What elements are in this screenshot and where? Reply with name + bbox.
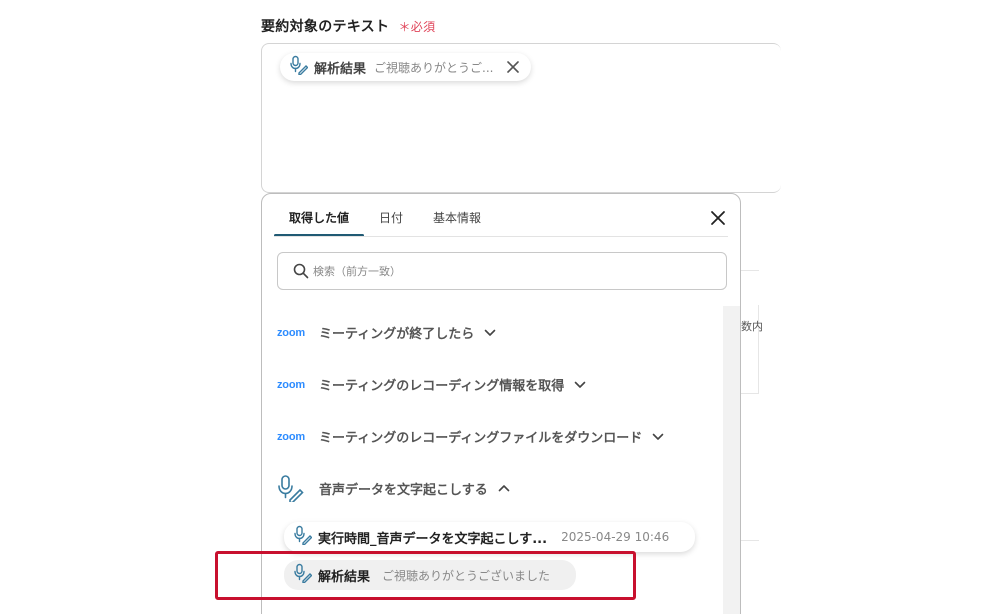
search-icon [293,263,309,279]
close-icon [711,211,725,225]
tab-divider [274,236,728,237]
tab-date[interactable]: 日付 [364,194,418,237]
group-meeting-ended[interactable]: zoom ミーティングが終了したら [277,323,496,342]
item-name: 実行時間_音声データを文字起こしす... [318,531,548,547]
tab-acquired-values[interactable]: 取得した値 [274,194,365,237]
background-divider [741,270,759,271]
field-label: 要約対象のテキスト ＊必須 [261,16,435,36]
close-popup-button[interactable] [709,209,727,227]
background-divider [741,540,759,541]
group-label: ミーティングが終了したら [319,327,475,342]
group-label: ミーティングのレコーディング情報を取得 [319,379,565,394]
zoom-logo: zoom [277,378,305,391]
microphone-pen-icon [290,55,309,79]
chip-value: ご視聴ありがとうご... [374,60,494,75]
group-label: ミーティングのレコーディングファイルをダウンロード [319,431,643,446]
background-field-text: 数内 [741,320,763,333]
tab-basic-info[interactable]: 基本情報 [418,194,496,237]
item-value: 2025-04-29 10:46 [561,530,670,544]
scrollbar-track[interactable] [723,306,740,614]
zoom-logo: zoom [277,326,305,339]
microphone-pen-icon [294,525,313,549]
group-download-recording[interactable]: zoom ミーティングのレコーディングファイルをダウンロード [277,427,664,446]
group-get-recording-info[interactable]: zoom ミーティングのレコーディング情報を取得 [277,375,586,394]
value-item-execution-time[interactable]: 実行時間_音声データを文字起こしす... 2025-04-29 10:46 [284,522,696,552]
required-indicator: ＊必須 [398,20,435,34]
remove-chip-button[interactable] [507,61,520,73]
popup-tabs: 取得した値 日付 基本情報 [274,194,496,237]
group-label: 音声データを文字起こしする [319,482,488,498]
required-text: 必須 [410,20,436,34]
group-transcribe-audio[interactable]: 音声データを文字起こしする [277,474,510,502]
field-label-text: 要約対象のテキスト [261,19,390,35]
chevron-down-icon [652,433,664,441]
zoom-logo: zoom [277,430,305,443]
chevron-down-icon [484,329,496,337]
highlight-annotation [215,551,636,600]
chevron-down-icon [574,381,586,389]
search-box[interactable] [277,252,727,290]
microphone-pen-icon [277,474,307,502]
background-divider [741,393,759,394]
variable-chip[interactable]: 解析結果 ご視聴ありがとうご... [280,53,532,81]
required-asterisk: ＊ [398,20,411,34]
summary-text-input[interactable]: 解析結果 ご視聴ありがとうご... [261,43,781,193]
close-icon [507,61,520,73]
chevron-up-icon [498,484,510,492]
search-input[interactable] [313,264,693,278]
chip-name: 解析結果 [314,61,367,77]
